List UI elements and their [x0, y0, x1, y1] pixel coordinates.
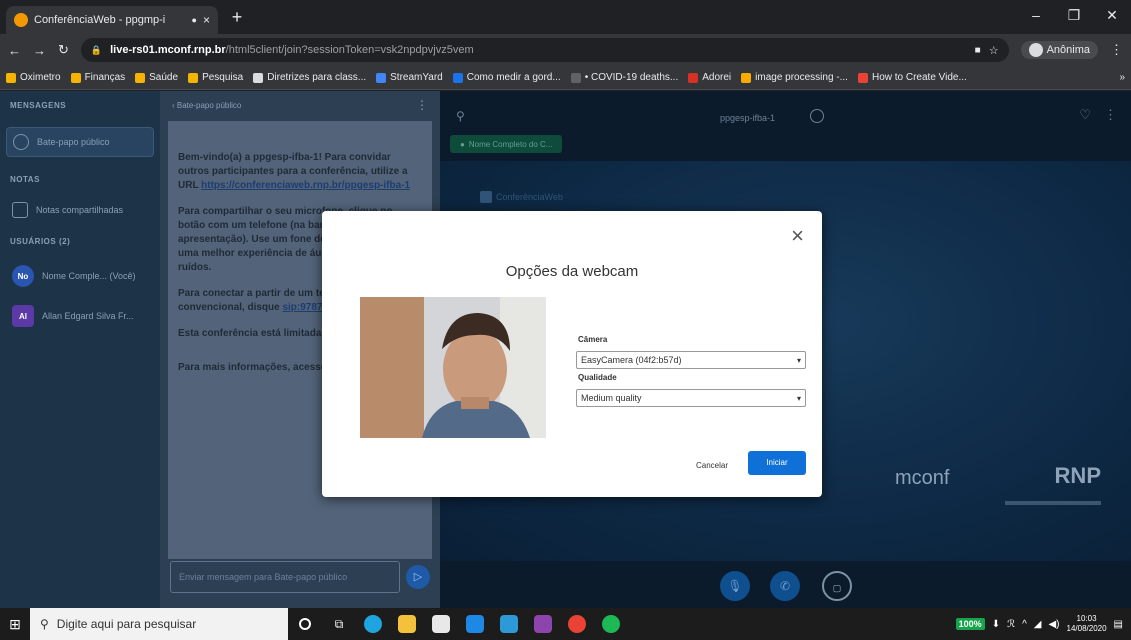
profile-button[interactable]: Anônima [1020, 41, 1098, 59]
bookmark-item[interactable]: Adorei [688, 72, 731, 83]
taskbar: ⊞ ⚲ Digite aqui para pesquisar ⧉ 100% ⬇ … [0, 608, 1131, 640]
url-host: live-rs01.mconf.rnp.br [110, 44, 226, 56]
star-icon[interactable]: ☆ [989, 44, 999, 57]
cancel-button[interactable]: Cancelar [692, 455, 732, 477]
notifications-icon[interactable]: ▤ [1114, 619, 1123, 630]
bookmark-item[interactable]: How to Create Vide... [857, 72, 967, 83]
webcam-preview [360, 297, 546, 438]
bookmarks-overflow-icon[interactable]: » [1119, 72, 1125, 83]
volume-icon[interactable]: ◀) [1048, 619, 1059, 630]
new-tab-button[interactable]: + [226, 7, 248, 29]
conference-page: MENSAGENS Bate-papo público NOTAS Notas … [0, 91, 1131, 608]
slack-icon[interactable] [526, 608, 560, 640]
system-tray: 100% ⬇ ℛ ^ ◢ ◀) 10:03 14/08/2020 ▤ [955, 614, 1131, 634]
minimize-icon[interactable]: – [1017, 0, 1055, 32]
tab-close-icon[interactable]: × [203, 13, 210, 27]
browser-tab-strip: ConferênciaWeb - ppgmp-i ● × + – ❐ ✕ [0, 0, 1131, 34]
chevron-up-icon[interactable]: ^ [1022, 619, 1027, 630]
bookmark-icon [570, 72, 581, 83]
task-view-icon[interactable]: ⧉ [322, 608, 356, 640]
webcam-options-modal: × Opções da webcam Câmera EasyCamera (04… [322, 211, 822, 497]
people-icon[interactable]: ℛ [1007, 619, 1015, 630]
close-window-icon[interactable]: ✕ [1093, 0, 1131, 32]
camera-select[interactable]: EasyCamera (04f2:b57d) ▾ [576, 351, 806, 369]
bookmark-icon [188, 72, 199, 83]
incognito-icon [1028, 43, 1043, 57]
cortana-icon[interactable] [288, 608, 322, 640]
app-icon[interactable] [492, 608, 526, 640]
camera-label: Câmera [578, 335, 608, 344]
start-button[interactable]: Iniciar [748, 451, 806, 475]
network-icon[interactable]: ◢ [1034, 619, 1042, 630]
bookmark-item[interactable]: Saúde [135, 72, 178, 83]
bookmark-icon [688, 72, 699, 83]
lock-icon: 🔒 [90, 44, 103, 55]
maximize-icon[interactable]: ❐ [1055, 0, 1093, 32]
browser-menu-icon[interactable]: ⋮ [1110, 42, 1123, 58]
app-icon[interactable] [458, 608, 492, 640]
search-icon: ⚲ [40, 617, 49, 631]
bookmark-item[interactable]: Como medir a gord... [452, 72, 561, 83]
bookmark-icon [135, 72, 146, 83]
bookmark-item[interactable]: Diretrizes para class... [253, 72, 366, 83]
chevron-down-icon: ▾ [796, 393, 801, 403]
taskbar-search-placeholder: Digite aqui para pesquisar [56, 617, 197, 631]
bookmark-item[interactable]: • COVID-19 deaths... [570, 72, 678, 83]
bookmark-item[interactable]: image processing -... [741, 72, 848, 83]
bookmark-item[interactable]: StreamYard [376, 72, 443, 83]
clock[interactable]: 10:03 14/08/2020 [1067, 614, 1107, 634]
browser-toolbar: ← → ↻ 🔒 live-rs01.mconf.rnp.br/html5clie… [0, 34, 1131, 66]
favicon-icon [14, 13, 28, 27]
chevron-down-icon: ▾ [796, 355, 801, 365]
modal-title: Opções da webcam [505, 263, 639, 280]
bookmark-icon [376, 72, 387, 83]
close-icon[interactable]: × [791, 225, 804, 247]
bookmark-icon [6, 72, 16, 83]
quality-select[interactable]: Medium quality ▾ [576, 389, 806, 407]
url-path: /html5client/join?sessionToken=vsk2npdpv… [225, 44, 474, 56]
bookmark-icon [857, 72, 868, 83]
address-bar[interactable]: 🔒 live-rs01.mconf.rnp.br/html5client/joi… [80, 38, 1009, 62]
audio-icon: ● [191, 15, 197, 25]
back-icon[interactable]: ← [8, 43, 21, 58]
window-controls: – ❐ ✕ [1017, 0, 1131, 32]
bookmarks-bar: Oximetro Finanças Saúde Pesquisa Diretrizes … [0, 66, 1131, 90]
battery-indicator[interactable]: 100% [955, 618, 985, 630]
taskbar-search[interactable]: ⚲ Digite aqui para pesquisar [30, 608, 288, 640]
bookmark-icon [741, 72, 752, 83]
tray-icon[interactable]: ⬇ [992, 619, 1000, 630]
store-icon[interactable] [424, 608, 458, 640]
webcam-video [360, 297, 546, 438]
reload-icon[interactable]: ↻ [58, 42, 69, 58]
bookmark-icon [253, 72, 264, 83]
camera-in-use-icon[interactable]: ■ [975, 45, 981, 56]
edge-icon[interactable] [356, 608, 390, 640]
chrome-icon[interactable] [560, 608, 594, 640]
bookmark-icon [452, 72, 463, 83]
bookmark-item[interactable]: Oximetro [6, 72, 61, 83]
spotify-icon[interactable] [594, 608, 628, 640]
quality-label: Qualidade [578, 373, 617, 382]
browser-tab[interactable]: ConferênciaWeb - ppgmp-i ● × [6, 6, 218, 34]
windows-start-icon[interactable]: ⊞ [0, 608, 30, 640]
bookmark-icon [70, 72, 81, 83]
forward-icon[interactable]: → [33, 43, 46, 58]
profile-label: Anônima [1046, 44, 1090, 56]
bookmark-item[interactable]: Finanças [70, 72, 125, 83]
bookmark-item[interactable]: Pesquisa [188, 72, 243, 83]
file-explorer-icon[interactable] [390, 608, 424, 640]
tab-title: ConferênciaWeb - ppgmp-i [34, 14, 166, 26]
